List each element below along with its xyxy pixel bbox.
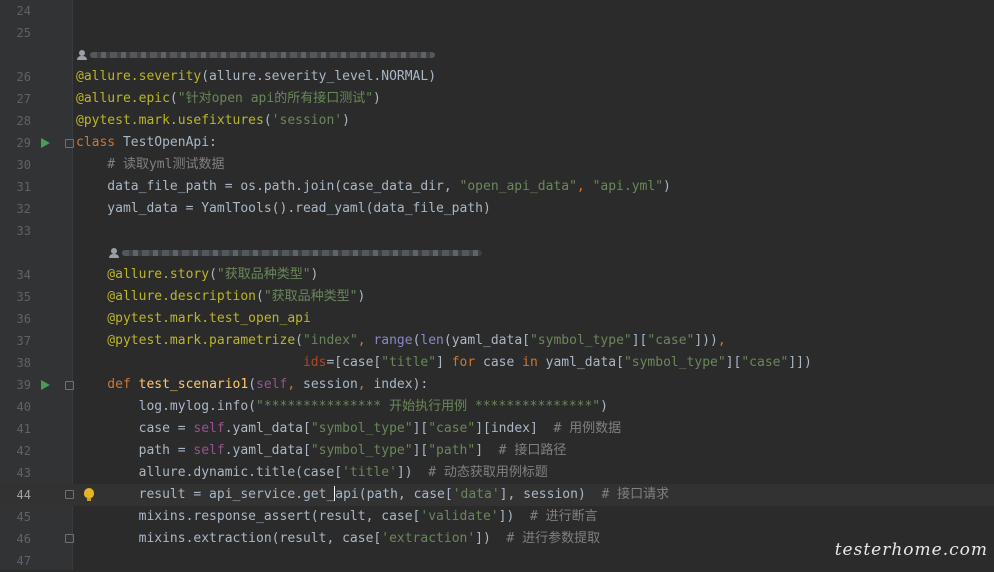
code-text: data_file_path = os.path.join(case_data_… (76, 179, 671, 194)
code-line[interactable]: 33 (0, 220, 994, 242)
code-line[interactable]: 27 @allure.epic("针对open api的所有接口测试") (0, 88, 994, 110)
code-text: def test_scenario1(self, session, index)… (76, 377, 429, 392)
code-line[interactable]: 44 result = api_service.get_api(path, ca… (0, 484, 994, 506)
code-line[interactable]: 24 (0, 0, 994, 22)
code-text: @allure.description("获取品种类型") (76, 289, 366, 304)
line-number: 25 (16, 26, 31, 40)
code-line[interactable]: 36 @pytest.mark.test_open_api (0, 308, 994, 330)
code-text: @pytest.mark.usefixtures('session') (76, 113, 350, 128)
line-number: 24 (16, 4, 31, 18)
code-line[interactable]: 25 (0, 22, 994, 44)
code-line[interactable]: 43 allure.dynamic.title(case['title']) #… (0, 462, 994, 484)
fold-marker-icon[interactable] (65, 381, 74, 390)
code-text: class TestOpenApi: (76, 135, 217, 150)
code-text: log.mylog.info("*************** 开始执行用例 *… (76, 399, 608, 414)
fold-marker-icon[interactable] (65, 490, 74, 499)
line-number: 42 (16, 444, 31, 458)
user-icon (109, 248, 119, 258)
user-icon (77, 50, 87, 60)
code-line[interactable]: 32 yaml_data = YamlTools().read_yaml(dat… (0, 198, 994, 220)
line-number: 28 (16, 114, 31, 128)
code-line[interactable]: 29 class TestOpenApi: (0, 132, 994, 154)
code-line[interactable]: 39 def test_scenario1(self, session, ind… (0, 374, 994, 396)
code-text: path = self.yaml_data["symbol_type"]["pa… (76, 443, 567, 458)
code-text: @allure.story("获取品种类型") (76, 267, 319, 282)
code-text: case = self.yaml_data["symbol_type"]["ca… (76, 421, 622, 436)
code-line[interactable]: 26 @allure.severity(allure.severity_level… (0, 66, 994, 88)
line-number: 35 (16, 290, 31, 304)
line-number: 36 (16, 312, 31, 326)
fold-marker-icon[interactable] (65, 534, 74, 543)
line-number: 43 (16, 466, 31, 480)
code-text: mixins.response_assert(result, case['val… (76, 509, 598, 524)
code-text: @allure.epic("针对open api的所有接口测试") (76, 91, 381, 106)
run-test-icon[interactable] (41, 138, 50, 148)
line-number: 29 (16, 136, 31, 150)
code-text: @allure.severity(allure.severity_level.N… (76, 69, 437, 84)
line-number: 45 (16, 510, 31, 524)
line-number: 30 (16, 158, 31, 172)
code-line[interactable]: 28 @pytest.mark.usefixtures('session') (0, 110, 994, 132)
blurred-author-text (122, 250, 482, 256)
line-number: 33 (16, 224, 31, 238)
code-line[interactable]: 45 mixins.response_assert(result, case['… (0, 506, 994, 528)
line-number: 37 (16, 334, 31, 348)
code-text: # 读取yml测试数据 (76, 157, 225, 172)
code-line[interactable]: 38 ids=[case["title"] for case in yaml_d… (0, 352, 994, 374)
code-vision-author-hint[interactable] (76, 44, 576, 66)
code-line[interactable]: 40 log.mylog.info("*************** 开始执行用… (0, 396, 994, 418)
line-number: 40 (16, 400, 31, 414)
code-text: ids=[case["title"] for case in yaml_data… (302, 355, 812, 370)
code-line[interactable]: 35 @allure.description("获取品种类型") (0, 286, 994, 308)
code-line[interactable]: 31 data_file_path = os.path.join(case_da… (0, 176, 994, 198)
code-text: @pytest.mark.parametrize("index", range(… (76, 333, 726, 348)
line-number: 26 (16, 70, 31, 84)
run-test-icon[interactable] (41, 380, 50, 390)
code-line[interactable]: 42 path = self.yaml_data["symbol_type"][… (0, 440, 994, 462)
code-vision-author-hint[interactable] (108, 242, 608, 264)
code-text: yaml_data = YamlTools().read_yaml(data_f… (76, 201, 491, 216)
watermark: testerhome.com (834, 540, 988, 560)
code-editor[interactable]: 24 25 26 @allure.severity(allure.severity_l… (0, 0, 994, 570)
line-number: 39 (16, 378, 31, 392)
line-number: 34 (16, 268, 31, 282)
code-text: allure.dynamic.title(case['title']) # 动态… (76, 465, 548, 480)
code-text: mixins.extraction(result, case['extracti… (76, 531, 601, 546)
code-line[interactable]: 30 # 读取yml测试数据 (0, 154, 994, 176)
blurred-author-text (90, 52, 435, 58)
line-number: 38 (16, 356, 31, 370)
code-text: result = api_service.get_api(path, case[… (76, 486, 670, 502)
code-line[interactable]: 34 @allure.story("获取品种类型") (0, 264, 994, 286)
line-number: 32 (16, 202, 31, 216)
line-number: 27 (16, 92, 31, 106)
fold-marker-icon[interactable] (65, 139, 74, 148)
code-line[interactable]: 37 @pytest.mark.parametrize("index", ran… (0, 330, 994, 352)
line-number: 46 (16, 532, 31, 546)
code-text: @pytest.mark.test_open_api (76, 311, 311, 326)
line-number: 31 (16, 180, 31, 194)
code-line[interactable]: 41 case = self.yaml_data["symbol_type"][… (0, 418, 994, 440)
line-number: 41 (16, 422, 31, 436)
line-number: 44 (16, 488, 31, 502)
line-number: 47 (16, 554, 31, 568)
